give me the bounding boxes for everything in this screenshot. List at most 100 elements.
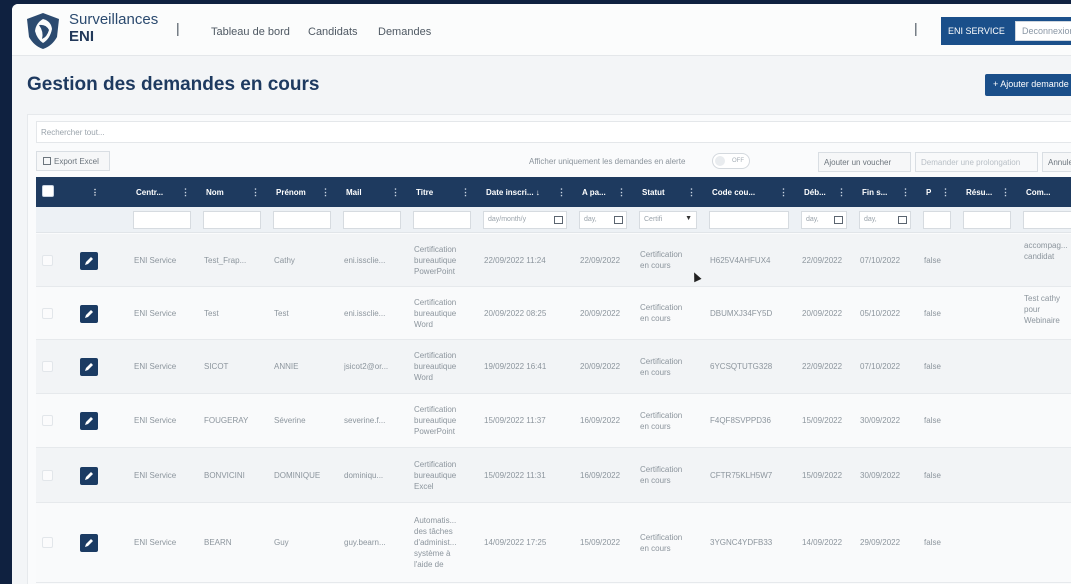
cell-mail: guy.bearn... xyxy=(344,538,386,547)
column-header-mail[interactable]: Mail ⋮ xyxy=(340,177,406,207)
table-row[interactable]: ENI Service BEARN Guy guy.bearn... Automatis… xyxy=(36,503,1071,583)
alert-filter-toggle[interactable]: OFF xyxy=(712,153,750,169)
column-header-debut[interactable]: Déb... ⋮ xyxy=(798,177,852,207)
filter-statut[interactable]: Certifi ▼ xyxy=(639,211,697,229)
column-header-nom[interactable]: Nom ⋮ xyxy=(200,177,266,207)
cell-commentaire: accompag... candidat xyxy=(1024,241,1068,261)
cell-fin: 30/09/2022 xyxy=(860,416,901,425)
column-header-prenom[interactable]: Prénom ⋮ xyxy=(270,177,336,207)
export-excel-button[interactable]: Export Excel xyxy=(36,151,110,171)
table-row[interactable]: ENI Service FOUGERAY Séverine severine.f...… xyxy=(36,394,1071,448)
edit-button[interactable] xyxy=(80,412,98,430)
column-header-titre[interactable]: Titre ⋮ xyxy=(410,177,476,207)
column-header-resume[interactable]: Résu... ⋮ xyxy=(960,177,1016,207)
row-checkbox[interactable] xyxy=(42,537,53,548)
cell-p: false xyxy=(924,538,941,547)
column-menu-icon[interactable]: ⋮ xyxy=(687,187,696,198)
column-header-a-partir[interactable]: A pa... ⋮ xyxy=(576,177,632,207)
column-header-p[interactable]: P ⋮ xyxy=(920,177,956,207)
calendar-icon[interactable] xyxy=(554,216,563,224)
edit-button[interactable] xyxy=(80,304,98,323)
cell-prenom: DOMINIQUE xyxy=(274,470,321,480)
row-checkbox[interactable] xyxy=(42,307,53,319)
edit-button[interactable] xyxy=(80,534,98,552)
column-header-centre[interactable]: Centr... ⋮ xyxy=(130,177,196,207)
column-menu-icon[interactable]: ⋮ xyxy=(91,177,105,207)
edit-button[interactable] xyxy=(80,251,98,270)
cell-a-partir: 16/09/2022 xyxy=(580,416,621,425)
filter-placeholder: day, xyxy=(584,216,597,223)
calendar-icon[interactable] xyxy=(898,216,907,224)
column-menu-icon[interactable]: ⋮ xyxy=(941,187,950,198)
nav-separator: | xyxy=(176,20,180,36)
filter-placeholder: Certifi xyxy=(644,216,663,223)
column-header-label: P xyxy=(926,188,932,197)
calendar-icon[interactable] xyxy=(614,216,623,224)
add-demande-button[interactable]: + Ajouter demande xyxy=(985,74,1071,96)
table-row[interactable]: ENI Service SICOT ANNIE jsicot2@or... Certif… xyxy=(36,340,1071,394)
column-header-code-coupon[interactable]: Code cou... ⋮ xyxy=(706,177,794,207)
filter-date-inscription[interactable]: day/month/y xyxy=(483,211,567,229)
column-menu-icon[interactable]: ⋮ xyxy=(837,187,846,198)
table-row[interactable]: ENI Service Test_Frap... Cathy eni.issclie.… xyxy=(36,234,1071,287)
filter-debut[interactable]: day, xyxy=(801,211,847,229)
edit-button[interactable] xyxy=(80,358,98,376)
cell-date-inscription: 14/09/2022 17:25 xyxy=(484,538,547,547)
row-checkbox[interactable] xyxy=(42,469,53,481)
row-checkbox[interactable] xyxy=(42,415,53,426)
row-checkbox[interactable] xyxy=(42,254,53,266)
cell-commentaire: Test cathy pour Webinaire xyxy=(1024,294,1061,325)
filter-titre[interactable] xyxy=(413,211,471,229)
cancel-button[interactable]: Annuler xyxy=(1042,152,1071,172)
cell-prenom: ANNIE xyxy=(274,362,299,371)
filter-p[interactable] xyxy=(923,211,951,229)
filter-a-partir[interactable]: day, xyxy=(579,211,627,229)
row-checkbox[interactable] xyxy=(42,361,53,372)
logout-button[interactable]: Deconnexion xyxy=(1015,21,1071,41)
cell-prenom: Cathy xyxy=(274,255,295,265)
nav-link-dashboard[interactable]: Tableau de bord xyxy=(211,26,290,38)
cell-debut: 22/09/2022 xyxy=(802,362,843,371)
column-menu-icon[interactable]: ⋮ xyxy=(251,187,260,198)
filter-mail[interactable] xyxy=(343,211,401,229)
cell-code-coupon: H625V4AHFUX4 xyxy=(710,255,771,265)
column-header-label: Mail xyxy=(346,188,362,197)
column-menu-icon[interactable]: ⋮ xyxy=(321,187,330,198)
add-voucher-button[interactable]: Ajouter un voucher xyxy=(818,152,911,172)
column-menu-icon[interactable]: ⋮ xyxy=(779,187,788,198)
filter-fin[interactable]: day, xyxy=(859,211,911,229)
nav-link-demandes[interactable]: Demandes xyxy=(378,26,431,38)
filter-resume[interactable] xyxy=(963,211,1011,229)
nav-link-candidats[interactable]: Candidats xyxy=(308,26,358,38)
column-header-commentaire[interactable]: Com...⋮ xyxy=(1020,177,1071,207)
table-row[interactable]: ENI Service BONVICINI DOMINIQUE dominiqu...… xyxy=(36,448,1071,503)
calendar-icon[interactable] xyxy=(834,216,843,224)
cell-statut: Certification en cours xyxy=(640,303,683,323)
pencil-icon xyxy=(85,539,93,547)
column-header-date-inscription[interactable]: Date inscri... ↓ ⋮ xyxy=(480,177,572,207)
eni-logo-icon[interactable] xyxy=(24,11,62,51)
filter-commentaire[interactable] xyxy=(1023,211,1071,229)
filter-centre[interactable] xyxy=(133,211,191,229)
global-search-input[interactable]: Rechercher tout... xyxy=(36,121,1071,143)
cell-prenom: Test xyxy=(274,308,289,318)
column-header-statut[interactable]: Statut ⋮ xyxy=(636,177,702,207)
edit-button[interactable] xyxy=(80,466,98,485)
filter-prenom[interactable] xyxy=(273,211,331,229)
column-header-fin[interactable]: Fin s... ⋮ xyxy=(856,177,916,207)
table-row[interactable]: ENI Service Test Test eni.issclie... Certifi… xyxy=(36,287,1071,340)
request-extension-button[interactable]: Demander une prolongation xyxy=(915,152,1038,172)
column-menu-icon[interactable]: ⋮ xyxy=(391,187,400,198)
filter-code-coupon[interactable] xyxy=(709,211,789,229)
column-header-label: Titre xyxy=(416,188,434,197)
column-menu-icon[interactable]: ⋮ xyxy=(617,187,626,198)
cell-titre: Certification bureautique Word xyxy=(414,351,457,382)
column-menu-icon[interactable]: ⋮ xyxy=(461,187,470,198)
cell-nom: BEARN xyxy=(204,538,232,547)
select-all-checkbox[interactable] xyxy=(42,185,54,197)
column-menu-icon[interactable]: ⋮ xyxy=(901,187,910,198)
filter-nom[interactable] xyxy=(203,211,261,229)
column-menu-icon[interactable]: ⋮ xyxy=(557,187,566,198)
column-menu-icon[interactable]: ⋮ xyxy=(181,187,190,198)
column-menu-icon[interactable]: ⋮ xyxy=(1001,187,1010,198)
